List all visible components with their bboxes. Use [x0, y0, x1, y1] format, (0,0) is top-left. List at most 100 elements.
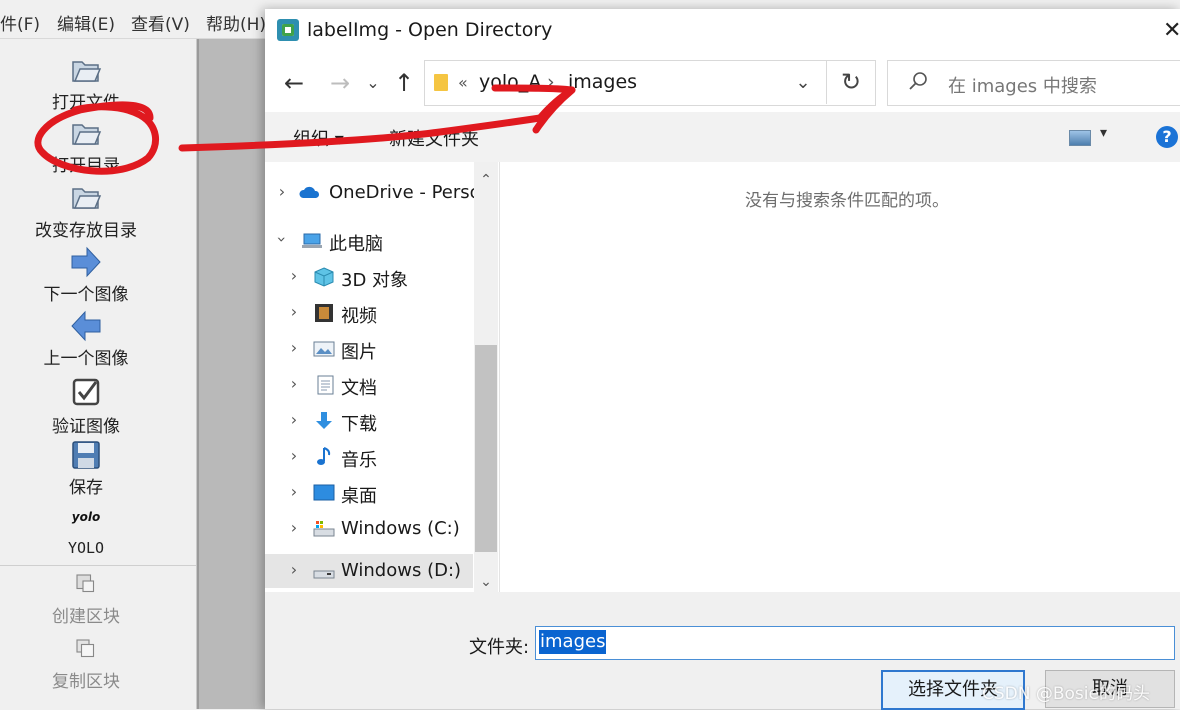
scroll-up-arrow[interactable]: ⌃ [478, 172, 494, 190]
copy-box-label: 复制区块 [52, 672, 120, 692]
tree-item-this-pc[interactable]: › 此电脑 [265, 224, 473, 258]
open-dir-label: 打开目录 [52, 156, 120, 176]
3d-objects-icon [314, 267, 334, 287]
folder-open-icon [72, 61, 102, 82]
search-placeholder: 在 images 中搜索 [948, 76, 1097, 97]
tree-item-label: 桌面 [341, 486, 377, 507]
chevron-down-icon[interactable]: › [273, 233, 292, 247]
tree-item-3d-objects[interactable]: › 3D 对象 [265, 260, 473, 294]
chevron-right-icon[interactable]: › [287, 374, 301, 393]
arrow-right-icon [71, 246, 101, 278]
new-folder-button[interactable]: 新建文件夹 [389, 125, 479, 151]
empty-results-message: 没有与搜索条件匹配的项。 [745, 191, 949, 211]
copy-box-icon [76, 639, 95, 658]
chevron-right-icon[interactable]: › [287, 410, 301, 429]
open-directory-dialog: labelImg - Open Directory ✕ ← → ⌄ ↑ « yo… [265, 9, 1180, 710]
folder-open-icon [72, 124, 102, 145]
chevron-right-icon[interactable]: › [287, 302, 301, 321]
chevron-right-icon[interactable]: › [275, 182, 289, 201]
search-input[interactable]: 在 images 中搜索 [887, 60, 1180, 106]
chevron-right-icon[interactable]: › [287, 518, 301, 537]
breadcrumb-images[interactable]: images [568, 71, 637, 93]
copy-box-button[interactable]: 复制区块 [0, 637, 172, 695]
breadcrumb-separator: › [547, 71, 555, 93]
music-icon [317, 447, 331, 465]
forward-button[interactable]: → [325, 67, 355, 99]
create-box-button[interactable]: 创建区块 [0, 572, 172, 630]
documents-icon [317, 375, 334, 395]
prev-image-label: 上一个图像 [43, 349, 129, 369]
scroll-down-arrow[interactable]: ⌄ [478, 574, 494, 592]
menu-view[interactable]: 查看(V) [131, 10, 190, 35]
command-bar: 组织 ▾ 新建文件夹 ▾ ? [265, 112, 1180, 162]
tree-item-label: 图片 [341, 342, 377, 363]
verify-image-button[interactable]: 验证图像 [0, 376, 172, 437]
downloads-icon [316, 412, 332, 429]
chevron-right-icon[interactable]: › [287, 560, 301, 579]
navigation-tree: › OneDrive - Perso › 此电脑 › 3D 对象 › 视频 › … [265, 162, 500, 592]
tree-item-pictures[interactable]: › 图片 [265, 332, 473, 366]
organize-menu[interactable]: 组织 ▾ [293, 125, 344, 151]
chevron-down-icon[interactable]: ▾ [1100, 125, 1107, 141]
tree-item-drive-d[interactable]: › Windows (D:) [265, 554, 473, 588]
canvas-area [197, 39, 272, 709]
dialog-titlebar[interactable]: labelImg - Open Directory ✕ [265, 9, 1180, 55]
menu-help[interactable]: 帮助(H) [206, 10, 266, 35]
videos-icon [315, 304, 333, 322]
menu-edit[interactable]: 编辑(E) [57, 10, 115, 35]
back-button[interactable]: ← [279, 67, 309, 99]
tree-item-label: 视频 [341, 306, 377, 327]
scroll-thumb[interactable] [475, 345, 497, 552]
close-button[interactable]: ✕ [1163, 17, 1180, 45]
address-bar[interactable]: « yolo_A › images ⌄ [424, 60, 876, 106]
tree-scrollbar[interactable]: ⌃ ⌄ [474, 162, 498, 592]
tree-item-desktop[interactable]: › 桌面 [265, 476, 473, 510]
yolo-format-button[interactable]: yolo YOLO [0, 508, 172, 560]
tree-item-label: 音乐 [341, 450, 377, 471]
open-dir-button[interactable]: 打开目录 [0, 116, 172, 176]
tree-item-music[interactable]: › 音乐 [265, 440, 473, 474]
breadcrumb-overflow[interactable]: « [458, 73, 468, 92]
folder-icon [434, 74, 448, 91]
save-button[interactable]: 保存 [0, 439, 172, 498]
tree-item-onedrive[interactable]: › OneDrive - Perso [265, 176, 481, 210]
next-image-button[interactable]: 下一个图像 [0, 246, 172, 305]
view-options-icon[interactable] [1069, 130, 1091, 146]
help-icon[interactable]: ? [1156, 126, 1178, 148]
change-save-dir-label: 改变存放目录 [35, 221, 137, 241]
chevron-right-icon[interactable]: › [287, 266, 301, 285]
tree-item-downloads[interactable]: › 下载 [265, 404, 473, 438]
next-image-label: 下一个图像 [43, 285, 129, 305]
folder-name-value: images [539, 630, 607, 654]
save-label: 保存 [69, 478, 103, 498]
chevron-right-icon[interactable]: › [287, 338, 301, 357]
menu-file[interactable]: 件(F) [0, 10, 40, 35]
tree-item-label: OneDrive - Perso [329, 182, 481, 203]
create-box-icon [76, 574, 95, 593]
breadcrumb-yolo-a[interactable]: yolo_A [479, 71, 541, 93]
yolo-label: YOLO [67, 539, 105, 557]
change-save-dir-button[interactable]: 改变存放目录 [0, 180, 172, 241]
up-button[interactable]: ↑ [391, 67, 417, 99]
folder-name-input[interactable]: images [535, 626, 1175, 660]
folder-field-label: 文件夹: [469, 637, 530, 658]
tree-item-documents[interactable]: › 文档 [265, 368, 473, 402]
recent-locations-button[interactable]: ⌄ [363, 67, 383, 99]
dialog-title: labelImg - Open Directory [307, 19, 553, 41]
tree-item-label: 3D 对象 [341, 270, 409, 291]
chevron-right-icon[interactable]: › [287, 482, 301, 501]
prev-image-button[interactable]: 上一个图像 [0, 310, 172, 369]
open-file-button[interactable]: 打开文件 [0, 53, 172, 113]
pane-divider[interactable] [499, 162, 500, 592]
tree-item-label: 文档 [341, 378, 377, 399]
search-icon [908, 71, 928, 96]
menu-bar: 件(F) 编辑(E) 查看(V) 帮助(H) [0, 0, 270, 39]
tree-item-drive-c[interactable]: › Windows (C:) [265, 512, 473, 546]
refresh-button[interactable]: ↻ [826, 60, 875, 104]
checkbox-icon [72, 378, 100, 406]
chevron-down-icon[interactable]: ⌄ [792, 69, 814, 97]
arrow-left-icon [71, 310, 101, 342]
open-file-label: 打开文件 [52, 93, 120, 113]
tree-item-videos[interactable]: › 视频 [265, 296, 473, 330]
chevron-right-icon[interactable]: › [287, 446, 301, 465]
